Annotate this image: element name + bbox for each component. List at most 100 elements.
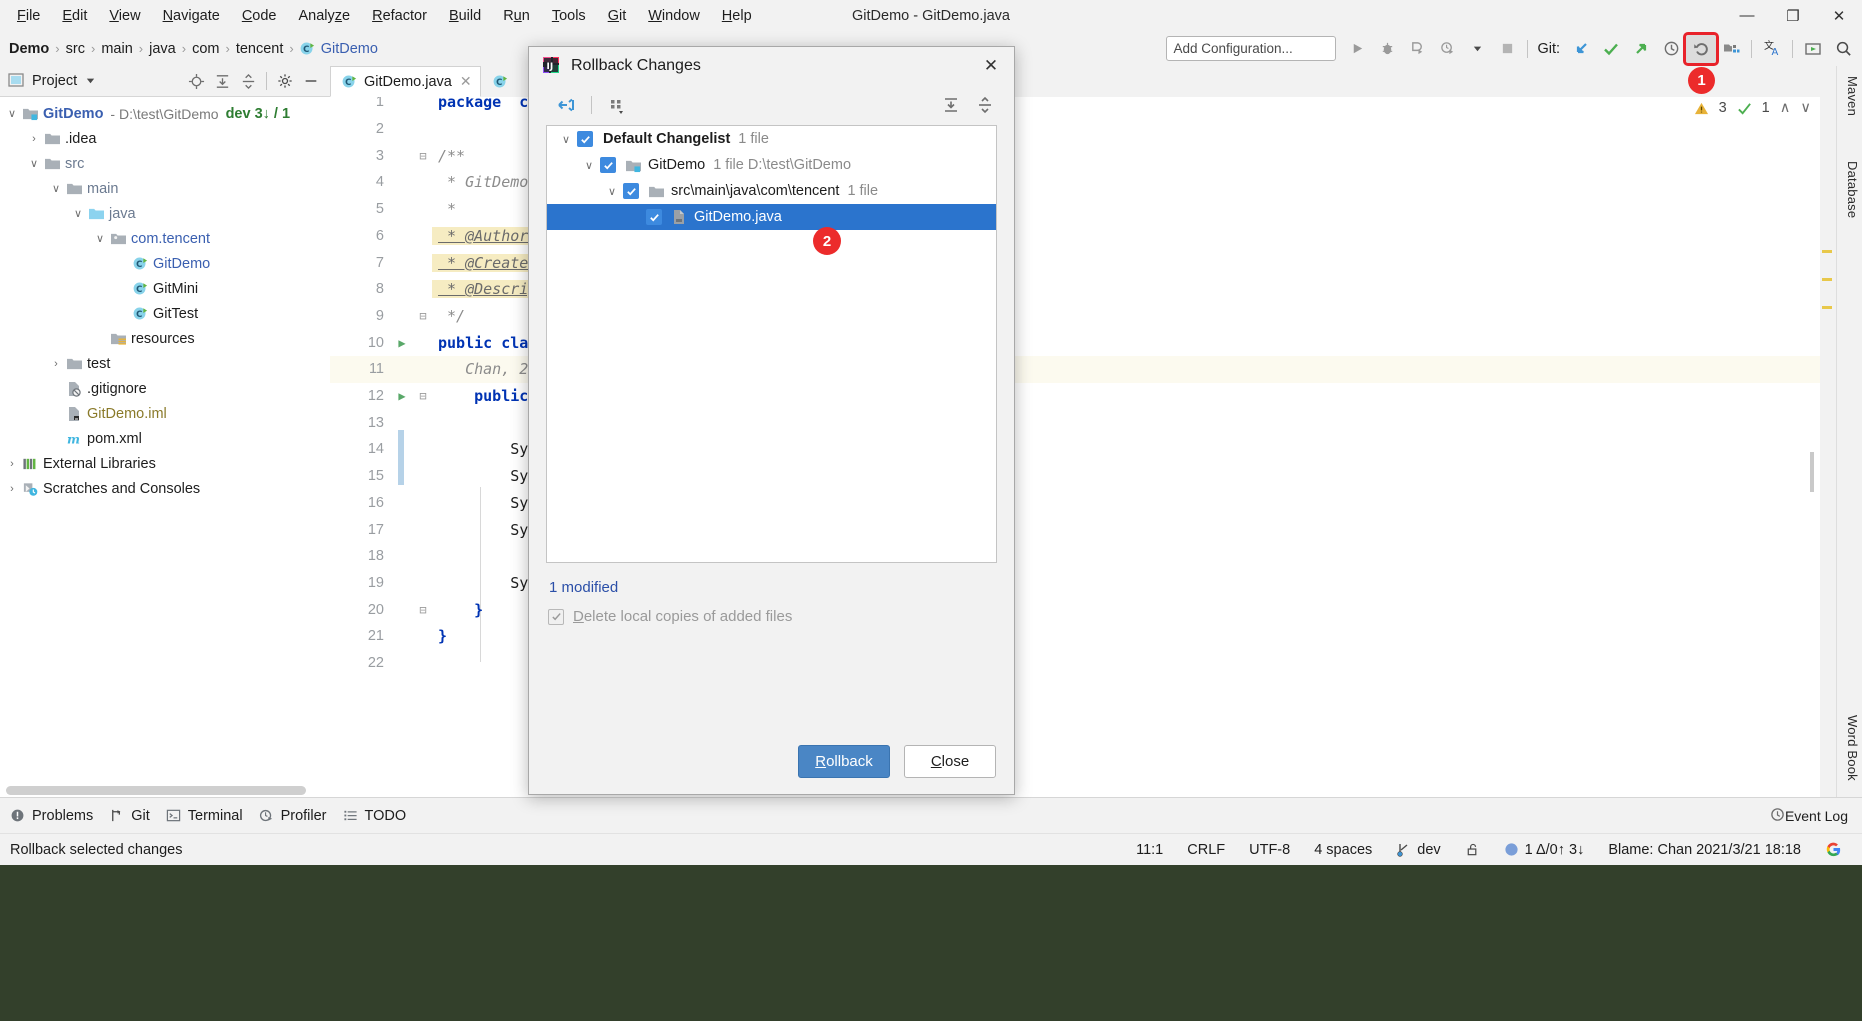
breadcrumb-item-main[interactable]: main — [96, 39, 137, 59]
rollback-button[interactable]: Rollback — [798, 745, 890, 778]
code-fold-icon[interactable]: ⊟ — [414, 309, 432, 323]
chevron-right-icon[interactable]: › — [26, 133, 42, 145]
tree-item-scratches-and-consoles[interactable]: › Scratches and Consoles — [0, 476, 330, 501]
menu-item-git[interactable]: Git — [597, 4, 638, 28]
tree-item-test[interactable]: › test — [0, 351, 330, 376]
project-horizontal-scrollbar[interactable] — [6, 786, 306, 795]
code-fold-icon[interactable]: ⊟ — [414, 603, 432, 617]
checkbox-checked-icon[interactable] — [623, 183, 639, 199]
expand-all-icon[interactable] — [934, 90, 968, 120]
menu-item-analyze[interactable]: Analyze — [288, 4, 362, 28]
right-strip-label-database[interactable]: Database — [1845, 161, 1860, 218]
dialog-close-icon[interactable]: ✕ — [974, 51, 1008, 81]
menu-item-code[interactable]: Code — [231, 4, 288, 28]
breadcrumb-item-tencent[interactable]: tencent — [231, 39, 289, 59]
right-strip-label-wordbook[interactable]: Word Book — [1845, 715, 1860, 781]
chevron-down-icon[interactable]: ∨ — [70, 207, 86, 220]
chevron-right-icon[interactable]: › — [48, 358, 64, 370]
git-update-icon[interactable] — [1566, 35, 1596, 63]
tree-item--gitignore[interactable]: .gitignore — [0, 376, 330, 401]
run-configuration-selector[interactable]: Add Configuration... — [1166, 36, 1337, 61]
menu-item-build[interactable]: Build — [438, 4, 492, 28]
tree-item-external-libraries[interactable]: › External Libraries — [0, 451, 330, 476]
git-push-icon[interactable] — [1626, 35, 1656, 63]
collapse-all-icon-2[interactable] — [968, 90, 1002, 120]
tree-item-src[interactable]: ∨ src — [0, 151, 330, 176]
tree-item-gitdemo[interactable]: ∨ GitDemo - D:\test\GitDemo dev 3↓ / 1 — [0, 101, 330, 126]
chevron-down-icon[interactable]: ∨ — [601, 185, 623, 198]
project-tree[interactable]: ∨ GitDemo - D:\test\GitDemo dev 3↓ / 1 › .ide… — [0, 97, 330, 797]
project-chevron-down-icon[interactable] — [77, 73, 96, 89]
presentation-icon[interactable] — [1798, 35, 1828, 63]
tree-item-gitdemo[interactable]: C GitDemo — [0, 251, 330, 276]
tree-item--idea[interactable]: › .idea — [0, 126, 330, 151]
chevron-down-icon[interactable]: ∨ — [26, 157, 42, 170]
changes-tree-row[interactable]: ∨ src\main\java\com\tencent 1 file — [547, 178, 996, 204]
git-branch-widget[interactable]: dev — [1384, 842, 1452, 858]
editor-tab-secondary[interactable]: C — [481, 66, 524, 97]
menu-item-view[interactable]: View — [98, 4, 151, 28]
run-icon[interactable] — [1342, 35, 1372, 63]
breadcrumb-item-gitdemo[interactable]: GitDemo — [316, 39, 383, 59]
chevron-down-icon[interactable]: ∨ — [92, 232, 108, 245]
tree-item-pom-xml[interactable]: m pom.xml — [0, 426, 330, 451]
run-coverage-icon[interactable] — [1402, 35, 1432, 63]
menu-item-refactor[interactable]: Refactor — [361, 4, 438, 28]
menu-item-help[interactable]: Help — [711, 4, 763, 28]
google-icon[interactable] — [1813, 841, 1854, 858]
project-structure-icon[interactable] — [1716, 35, 1746, 63]
breadcrumb-item-com[interactable]: com — [187, 39, 224, 59]
translate-icon[interactable]: 文A — [1757, 35, 1787, 63]
collapse-all-icon[interactable] — [549, 90, 583, 120]
changes-tree[interactable]: ∨ Default Changelist 1 file ∨ GitDemo 1 file … — [546, 125, 997, 563]
tree-item-gitdemo-iml[interactable]: GitDemo.iml — [0, 401, 330, 426]
chevron-down-icon[interactable]: ∨ — [555, 133, 577, 146]
right-strip-label-maven[interactable]: Maven — [1845, 76, 1860, 116]
tree-item-java[interactable]: ∨ java — [0, 201, 330, 226]
tree-item-main[interactable]: ∨ main — [0, 176, 330, 201]
menu-item-file[interactable]: File — [6, 4, 51, 28]
stop-icon[interactable] — [1492, 35, 1522, 63]
chevron-down-icon[interactable]: ∨ — [578, 159, 600, 172]
changes-tree-row[interactable]: ∨ Default Changelist 1 file — [547, 126, 996, 152]
chevron-down-icon[interactable] — [1462, 35, 1492, 63]
line-separator[interactable]: CRLF — [1175, 842, 1237, 858]
group-by-icon[interactable] — [600, 90, 634, 120]
code-fold-icon[interactable]: ⊟ — [414, 149, 432, 163]
tool-window-terminal[interactable]: Terminal — [166, 808, 259, 824]
settings-icon[interactable] — [272, 68, 298, 94]
locate-icon[interactable] — [183, 68, 209, 94]
chevron-right-icon[interactable]: › — [4, 483, 20, 495]
menu-item-edit[interactable]: Edit — [51, 4, 98, 28]
indent-setting[interactable]: 4 spaces — [1302, 842, 1384, 858]
tree-item-com-tencent[interactable]: ∨ com.tencent — [0, 226, 330, 251]
menu-item-navigate[interactable]: Navigate — [152, 4, 231, 28]
tool-window-todo[interactable]: TODO — [343, 808, 423, 824]
git-commit-icon[interactable] — [1596, 35, 1626, 63]
expand-all-icon[interactable] — [209, 68, 235, 94]
menu-item-run[interactable]: Run — [492, 4, 541, 28]
checkbox-checked-icon[interactable] — [646, 209, 662, 225]
chevron-down-icon-inspect[interactable]: ∨ — [1795, 100, 1816, 116]
search-icon[interactable] — [1828, 35, 1858, 63]
git-history-icon[interactable] — [1656, 35, 1686, 63]
tool-window-problems[interactable]: Problems — [10, 808, 109, 824]
editor-vertical-scrollbar[interactable] — [1810, 452, 1814, 492]
tab-close-icon[interactable]: ✕ — [452, 73, 472, 90]
breadcrumb-item-demo[interactable]: Demo — [4, 39, 54, 59]
event-log-button[interactable]: Event Log — [1770, 807, 1862, 825]
changes-tree-row[interactable]: ∨ GitDemo 1 file D:\test\GitDemo — [547, 152, 996, 178]
run-gutter-icon[interactable]: ▶ — [390, 336, 414, 350]
breadcrumb-item-src[interactable]: src — [61, 39, 90, 59]
changes-tree-row[interactable]: GitDemo.java — [547, 204, 996, 230]
tree-item-gitmini[interactable]: C GitMini — [0, 276, 330, 301]
debug-icon[interactable] — [1372, 35, 1402, 63]
collapse-all-icon[interactable] — [235, 68, 261, 94]
run-gutter-icon[interactable]: ▶ — [390, 389, 414, 403]
inspection-widget[interactable]: 3 1 ∧ ∨ — [1689, 100, 1816, 116]
checkbox-checked-icon[interactable] — [577, 131, 593, 147]
hide-panel-icon[interactable] — [298, 68, 324, 94]
breadcrumb-item-java[interactable]: java — [144, 39, 181, 59]
tool-window-git[interactable]: Git — [109, 808, 166, 824]
tree-item-resources[interactable]: resources — [0, 326, 330, 351]
